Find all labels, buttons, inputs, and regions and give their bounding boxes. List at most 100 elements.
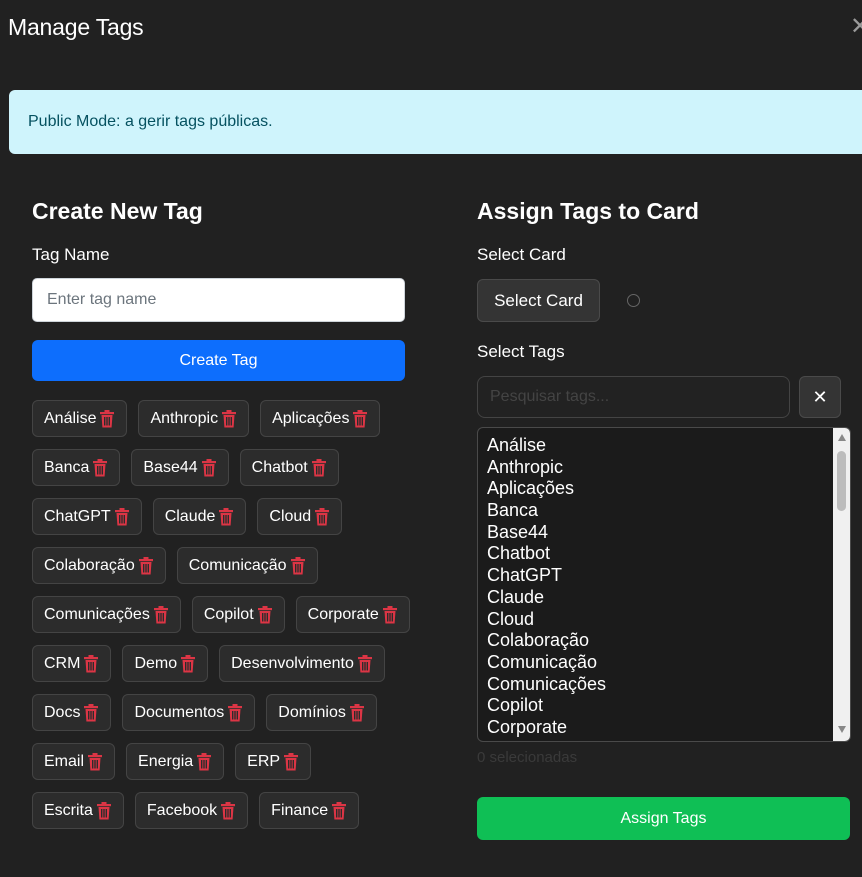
list-item[interactable]: Cloud xyxy=(487,609,850,631)
assign-tags-button[interactable]: Assign Tags xyxy=(477,797,850,840)
create-tag-heading: Create New Tag xyxy=(32,198,203,224)
trash-icon[interactable] xyxy=(283,752,299,771)
trash-icon[interactable] xyxy=(314,507,330,526)
tag-chip-label: Análise xyxy=(44,409,97,427)
trash-icon[interactable] xyxy=(218,507,234,526)
list-item[interactable]: Anthropic xyxy=(487,457,850,479)
modal-title: Manage Tags xyxy=(8,14,144,40)
trash-icon[interactable] xyxy=(180,654,196,673)
trash-icon[interactable] xyxy=(349,703,365,722)
tag-chip-label: Anthropic xyxy=(150,409,219,427)
trash-icon[interactable] xyxy=(201,458,217,477)
list-item[interactable]: Banca xyxy=(487,500,850,522)
tag-chip-list: Análise Anthropic Aplicações Banca Base44 Cha… xyxy=(32,400,412,829)
tag-chip-label: Corporate xyxy=(307,605,379,623)
tag-chip-label: Escrita xyxy=(44,801,93,819)
trash-icon[interactable] xyxy=(382,605,398,624)
trash-icon[interactable] xyxy=(331,801,347,820)
trash-icon[interactable] xyxy=(96,801,112,820)
select-card-label: Select Card xyxy=(477,245,566,264)
tag-chip-label: Base44 xyxy=(143,458,198,476)
list-item[interactable]: Corporate xyxy=(487,717,850,739)
list-item[interactable]: Análise xyxy=(487,435,850,457)
list-item[interactable]: Comunicação xyxy=(487,652,850,674)
close-icon[interactable]: ✕ xyxy=(850,14,862,40)
trash-icon[interactable] xyxy=(83,654,99,673)
trash-icon[interactable] xyxy=(99,409,115,428)
tag-chip-label: Docs xyxy=(44,703,81,721)
tag-name-input[interactable] xyxy=(32,278,405,322)
tag-chip: Claude xyxy=(152,498,247,535)
tag-chip-label: ERP xyxy=(247,752,281,770)
tag-chip: Base44 xyxy=(131,449,229,486)
trash-icon[interactable] xyxy=(221,409,237,428)
scroll-down-icon[interactable] xyxy=(838,726,846,733)
trash-icon[interactable] xyxy=(220,801,236,820)
list-item[interactable]: Colaboração xyxy=(487,630,850,652)
trash-icon[interactable] xyxy=(138,556,154,575)
tag-chip: Comunicação xyxy=(176,547,318,584)
trash-icon[interactable] xyxy=(352,409,368,428)
trash-icon[interactable] xyxy=(311,458,327,477)
tag-chip-label: Finance xyxy=(271,801,329,819)
tag-chip: Facebook xyxy=(134,792,249,829)
trash-icon[interactable] xyxy=(227,703,243,722)
tag-chip-label: Demo xyxy=(134,654,178,672)
create-tag-button[interactable]: Create Tag xyxy=(32,340,405,381)
tag-multiselect[interactable]: Análise Anthropic Aplicações Banca Base44 Cha… xyxy=(477,427,851,742)
tag-chip: ERP xyxy=(235,743,312,780)
list-item[interactable]: Copilot xyxy=(487,695,850,717)
trash-icon[interactable] xyxy=(290,556,306,575)
scrollbar[interactable] xyxy=(833,428,850,741)
clear-search-button[interactable]: ✕ xyxy=(799,376,841,418)
tag-chip: Documentos xyxy=(122,694,256,731)
select-card-button[interactable]: Select Card xyxy=(477,279,600,322)
trash-icon[interactable] xyxy=(92,458,108,477)
tag-name-label: Tag Name xyxy=(32,245,110,264)
trash-icon[interactable] xyxy=(257,605,273,624)
tag-chip: Colaboração xyxy=(32,547,166,584)
tag-chip: Domínios xyxy=(266,694,377,731)
scroll-up-icon[interactable] xyxy=(838,434,846,441)
tag-chip: Anthropic xyxy=(138,400,250,437)
tag-chip: Aplicações xyxy=(260,400,381,437)
trash-icon[interactable] xyxy=(87,752,103,771)
tag-chip-label: Aplicações xyxy=(272,409,350,427)
list-item[interactable]: Aplicações xyxy=(487,478,850,500)
tag-chip: Docs xyxy=(32,694,112,731)
tag-chip-label: Email xyxy=(44,752,85,770)
tag-chip: ChatGPT xyxy=(32,498,142,535)
list-item[interactable]: ChatGPT xyxy=(487,565,850,587)
tag-chip-label: Chatbot xyxy=(251,458,308,476)
tag-chip-label: Comunicações xyxy=(44,605,150,623)
select-tags-label: Select Tags xyxy=(477,342,565,361)
trash-icon[interactable] xyxy=(357,654,373,673)
public-mode-alert: Public Mode: a gerir tags públicas. xyxy=(9,90,862,154)
selected-count: 0 selecionadas xyxy=(477,749,578,766)
scroll-thumb[interactable] xyxy=(837,451,846,511)
tag-chip-label: Banca xyxy=(44,458,90,476)
tag-chip: Banca xyxy=(32,449,121,486)
tag-chip-label: Facebook xyxy=(146,801,218,819)
list-item[interactable]: Chatbot xyxy=(487,543,850,565)
trash-icon[interactable] xyxy=(153,605,169,624)
list-item[interactable]: Base44 xyxy=(487,522,850,544)
tag-chip: CRM xyxy=(32,645,112,682)
tag-chip-label: Domínios xyxy=(278,703,346,721)
list-item[interactable]: Claude xyxy=(487,587,850,609)
tag-chip: Corporate xyxy=(295,596,410,633)
tag-chip: Email xyxy=(32,743,116,780)
tag-chip: Cloud xyxy=(257,498,343,535)
tag-chip-label: Energia xyxy=(138,752,194,770)
tag-chip-label: Copilot xyxy=(203,605,254,623)
tag-search-input[interactable] xyxy=(477,376,790,418)
trash-icon[interactable] xyxy=(83,703,99,722)
trash-icon[interactable] xyxy=(114,507,130,526)
tag-chip-label: Documentos xyxy=(134,703,225,721)
tag-chip-label: Desenvolvimento xyxy=(231,654,354,672)
assign-tags-heading: Assign Tags to Card xyxy=(477,198,699,224)
tag-chip: Energia xyxy=(126,743,225,780)
list-item[interactable]: Comunicações xyxy=(487,674,850,696)
trash-icon[interactable] xyxy=(196,752,212,771)
tag-chip: Escrita xyxy=(32,792,124,829)
